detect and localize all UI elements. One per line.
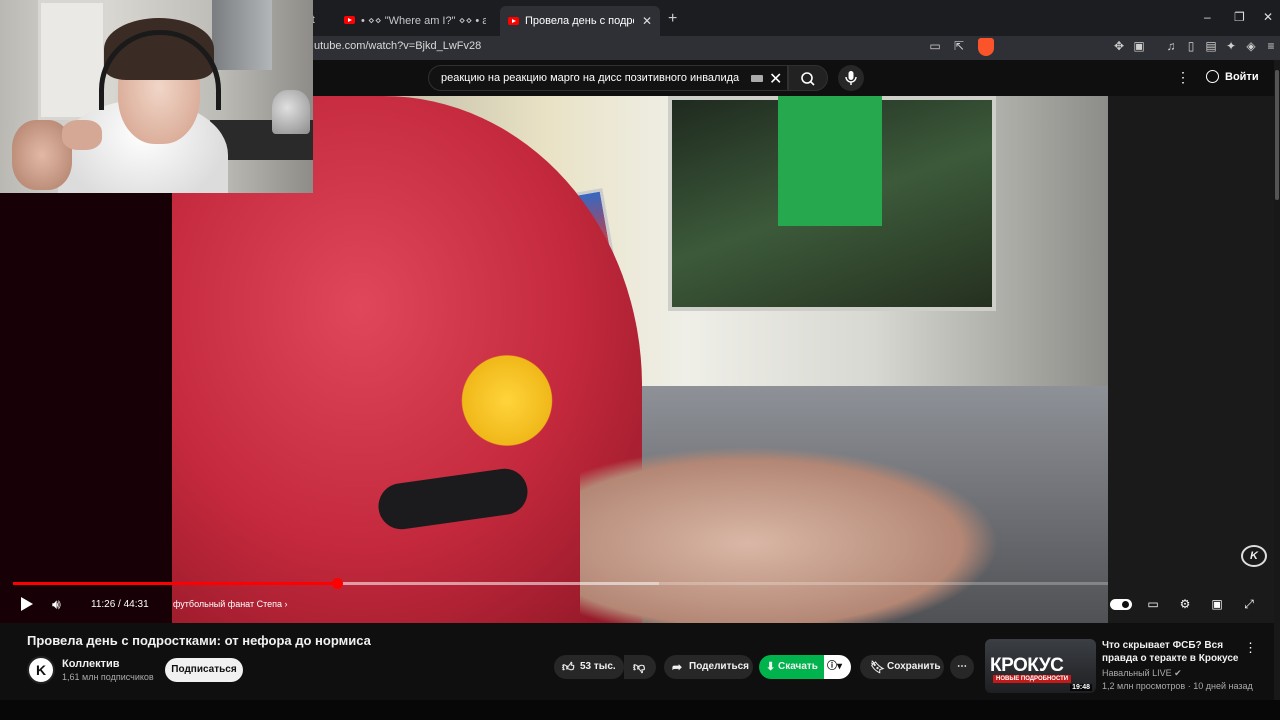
miniplayer-icon[interactable]: ▣ [1209,597,1225,611]
autoplay-toggle-icon[interactable] [1110,599,1132,610]
tab-active-video[interactable]: Провела день с подростками: от ✕ [500,6,660,36]
dislike-button[interactable]: 👎︎ [624,655,656,679]
thumbnail-subheadline: НОВЫЕ ПОДРОБНОСТИ [993,675,1072,683]
video-scene-hand [580,446,1000,623]
sidebar-icon[interactable]: ▯ [1184,39,1198,53]
video-scene-shirt-print [452,318,562,468]
url-field[interactable]: utube.com/watch?v=Bjkd_LwFv28 [314,40,481,52]
like-button[interactable]: 👍︎ 53 тыс. [554,655,624,679]
download-icon: ⬇ [766,661,776,673]
extensions-icon[interactable]: ✥ [1112,39,1126,53]
minimize-icon[interactable]: – [1204,10,1211,24]
scrollbar-thumb[interactable] [1275,70,1279,200]
channel-avatar[interactable]: K [27,656,55,684]
close-window-icon[interactable]: ✕ [1263,10,1273,24]
video-side-area [1108,96,1274,623]
more-horizontal-icon: ⋯ [957,661,967,672]
maximize-icon[interactable]: ❐ [1234,10,1245,24]
search-button[interactable] [788,65,828,91]
subtitles-icon[interactable]: ▭ [1145,597,1161,611]
subscribe-button[interactable]: Подписаться [165,658,243,682]
search-box[interactable]: реакцию на реакцию марго на дисс позитив… [428,65,788,91]
share-label: Поделиться [689,661,750,672]
chevron-right-icon: › [284,599,288,609]
new-tab-icon[interactable]: + [668,10,677,28]
menu-icon[interactable]: ≡ [1264,39,1278,53]
search-icon [801,72,815,86]
bottom-strip [0,700,1280,720]
video-duration: 19:48 [1070,684,1092,691]
chapter-button[interactable]: футбольный фанат Степа › [173,599,288,609]
verified-icon: ✔ [1174,668,1182,678]
share-icon[interactable]: ⇱ [952,39,966,53]
webcam-fridge [212,0,272,70]
chapter-label: футбольный фанат Степа [173,599,283,609]
recommended-channel-name: Навальный LIVE [1102,668,1172,678]
webcam-door [38,0,106,120]
thumbs-down-icon: 👎︎ [633,660,646,674]
save-button[interactable]: 🔖︎ Сохранить [860,655,944,679]
video-scene-poster [778,96,882,226]
progress-bar[interactable] [13,578,1108,589]
cast-icon[interactable]: ▭ [928,39,942,53]
thumbs-up-icon: 👍︎ [562,660,575,674]
screenshot-icon[interactable]: ▣ [1132,39,1146,53]
thumbnail-headline: КРОКУС [990,655,1064,676]
clear-search-icon[interactable]: ✕ [769,69,782,89]
vpn-icon[interactable]: ◈ [1244,39,1258,53]
wallet-icon[interactable]: ▤ [1204,39,1218,53]
channel-subscriber-count: 1,61 млн подписчиков [62,672,154,682]
more-vertical-icon[interactable]: ⋮ [1244,640,1257,656]
youtube-favicon [508,17,519,25]
fullscreen-icon[interactable]: ⤢ [1241,597,1257,611]
webcam-overlay [0,0,313,193]
download-label: Скачать [778,661,818,672]
user-circle-icon [1206,70,1219,83]
channel-watermark[interactable]: K [1241,545,1267,567]
screen: ert • ⋄⋄ "Where am I?" ⋄⋄ • a dreamcore … [0,0,1280,720]
mic-icon [845,71,857,85]
video-title: Провела день с подростками: от нефора до… [27,633,371,648]
like-count: 53 тыс. [580,661,616,672]
channel-name[interactable]: Коллектив [62,658,120,670]
recommended-channel[interactable]: Навальный LIVE ✔ [1102,668,1182,679]
webcam-kettle [272,90,310,134]
more-actions-button[interactable]: ⋯ [950,655,974,679]
download-button[interactable]: ⬇ Скачать [759,655,825,679]
signin-button[interactable]: Войти [1206,70,1259,83]
more-vertical-icon[interactable]: ⋮ [1176,69,1190,86]
recommended-video-title[interactable]: Что скрывает ФСБ? Вся правда о теракте в… [1102,639,1242,665]
info-icon: ⓘ▾ [827,661,843,672]
keyboard-icon[interactable] [751,75,763,82]
brave-shield-icon[interactable] [978,38,994,56]
volume-icon[interactable]: 🔊︎ [52,596,61,613]
tab-dreamcore[interactable]: • ⋄⋄ "Where am I?" ⋄⋄ • a dreamcore [336,8,494,32]
play-icon[interactable] [21,597,33,611]
signin-label: Войти [1225,70,1259,83]
time-display: 11:26 / 44:31 [91,599,149,610]
youtube-favicon [344,16,355,24]
bookmark-icon: 🔖︎ [870,660,886,674]
voice-search-button[interactable] [838,65,864,91]
share-arrow-icon: ➦ [672,660,683,674]
progress-scrubber[interactable] [331,578,343,589]
save-label: Сохранить [887,661,941,672]
media-icon[interactable]: ♫ [1164,39,1178,53]
leo-icon[interactable]: ✦ [1224,39,1238,53]
webcam-person-hand-2 [62,120,102,150]
tab-label: Провела день с подростками: от [525,15,634,27]
download-options-button[interactable]: ⓘ▾ [824,655,851,679]
tab-label: • ⋄⋄ "Where am I?" ⋄⋄ • a dreamcore [361,14,486,27]
settings-icon[interactable]: ⚙ [1177,597,1193,611]
recommended-video-meta: 1,2 млн просмотров · 10 дней назад [1102,681,1253,691]
share-button[interactable]: ➦ Поделиться [664,655,753,679]
search-input[interactable]: реакцию на реакцию марго на дисс позитив… [441,72,739,84]
recommended-video-thumbnail[interactable]: КРОКУС НОВЫЕ ПОДРОБНОСТИ 19:48 [985,639,1096,693]
close-icon[interactable]: ✕ [642,14,652,28]
progress-played [13,582,337,585]
